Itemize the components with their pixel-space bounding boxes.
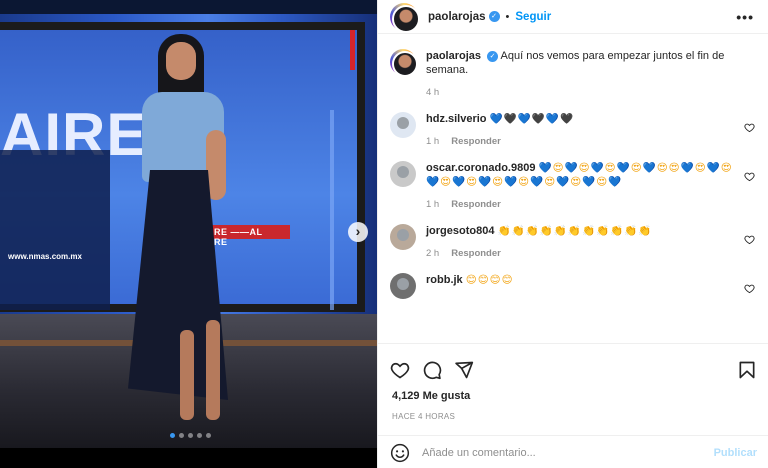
post-header: paolarojas ✓ • Seguir ••• — [378, 0, 768, 34]
comment-like-heart-icon[interactable] — [744, 234, 755, 245]
comment-time: 1 h — [426, 136, 440, 147]
commenter-username[interactable]: hdz.silverio — [426, 113, 487, 125]
comment-emojis: 💙🖤💙🖤💙🖤 — [489, 113, 575, 125]
heart-icon[interactable] — [390, 360, 410, 380]
carousel-dot — [188, 433, 193, 438]
comments-list[interactable]: paolarojas ✓ Aquí nos vemos para empezar… — [378, 35, 768, 343]
reply-button[interactable]: Responder — [451, 136, 501, 147]
commenter-username[interactable]: jorgesoto804 — [426, 225, 494, 237]
chevron-right-icon[interactable]: › — [348, 222, 368, 242]
presenter-leg-right — [206, 320, 220, 420]
header-separator: • — [505, 10, 510, 23]
paper-plane-icon[interactable] — [454, 360, 474, 380]
comment-item: robb.jk 😊😊😊😊 — [390, 273, 755, 299]
verified-badge-icon: ✓ — [488, 11, 500, 22]
posted-time: HACE 4 HORAS — [392, 412, 456, 421]
add-comment-bar: Publicar — [378, 435, 768, 468]
commenter-username[interactable]: robb.jk — [426, 274, 463, 286]
reply-button[interactable]: Responder — [451, 199, 501, 210]
post-side-panel: paolarojas ✓ • Seguir ••• paolarojas ✓ A… — [377, 0, 768, 468]
comment-item: hdz.silverio 💙🖤💙🖤💙🖤 1 h Responder — [390, 112, 755, 147]
commenter-avatar[interactable] — [390, 273, 416, 299]
media-bottom-bar — [0, 448, 377, 468]
presenter-figure — [120, 30, 240, 450]
caption-avatar[interactable] — [390, 49, 418, 77]
screen-url-text: www.nmas.com.mx — [8, 252, 82, 261]
carousel-indicator — [170, 433, 211, 438]
ellipsis-icon[interactable]: ••• — [736, 9, 754, 25]
commenter-avatar[interactable] — [390, 161, 416, 187]
commenter-avatar[interactable] — [390, 224, 416, 250]
author-username[interactable]: paolarojas — [428, 11, 486, 23]
presenter-leg-left — [180, 330, 194, 420]
post-caption: paolarojas ✓ Aquí nos vemos para empezar… — [390, 49, 755, 98]
comment-like-heart-icon[interactable] — [744, 283, 755, 294]
author-avatar[interactable] — [390, 2, 420, 33]
comment-time: 2 h — [426, 248, 440, 259]
presenter-face — [166, 42, 196, 80]
comment-item: oscar.coronado.9809 💙😍💙😍💙😍💙😍💙😍😍💙😍💙😍💙😍💙😍💙… — [390, 161, 755, 210]
comment-like-heart-icon[interactable] — [744, 171, 755, 182]
publish-button[interactable]: Publicar — [714, 447, 757, 459]
comment-item: jorgesoto804 👏👏👏👏👏👏👏👏👏👏👏 2 h Responder — [390, 224, 755, 259]
comment-emojis: 👏👏👏👏👏👏👏👏👏👏👏 — [497, 225, 653, 237]
post-media[interactable]: AIRE www.nmas.com.mx AIRE ——AL AIRE › — [0, 0, 377, 468]
action-bar — [378, 344, 768, 386]
commenter-avatar[interactable] — [390, 112, 416, 138]
carousel-dot — [179, 433, 184, 438]
smiley-icon[interactable] — [390, 443, 410, 463]
screen-light-strip — [330, 110, 334, 310]
screen-panel — [0, 150, 110, 310]
reply-button[interactable]: Responder — [451, 248, 501, 259]
caption-username[interactable]: paolarojas — [426, 50, 481, 62]
commenter-username[interactable]: oscar.coronado.9809 — [426, 162, 535, 174]
comment-emojis: 😊😊😊😊 — [465, 274, 514, 286]
comment-like-heart-icon[interactable] — [744, 122, 755, 133]
comment-time: 1 h — [426, 199, 440, 210]
likes-count[interactable]: 4,129 Me gusta — [378, 386, 768, 402]
comment-input[interactable] — [422, 446, 714, 459]
comment-icon[interactable] — [422, 360, 442, 380]
caption-time: 4 h — [426, 87, 440, 98]
carousel-dot — [206, 433, 211, 438]
carousel-dot — [197, 433, 202, 438]
follow-button[interactable]: Seguir — [515, 11, 551, 23]
verified-badge-icon: ✓ — [487, 50, 499, 62]
post-footer: 4,129 Me gusta HACE 4 HORAS Publicar — [378, 343, 768, 468]
screen-red-accent — [350, 30, 355, 70]
carousel-dot — [170, 433, 175, 438]
bookmark-icon[interactable] — [737, 360, 757, 380]
